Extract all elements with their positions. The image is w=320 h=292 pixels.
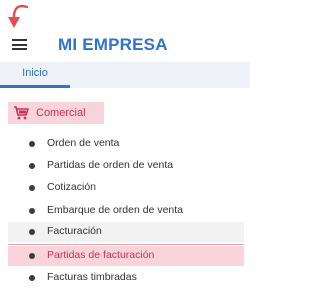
sidebar-item-label: Facturación	[47, 225, 102, 237]
sidebar-item-cotizacion[interactable]: Cotización	[0, 178, 250, 198]
sidebar-item-label: Partidas de facturación	[47, 249, 155, 261]
sidebar-item-orden-de-venta[interactable]: Orden de venta	[0, 134, 250, 154]
tab-inicio[interactable]: Inicio	[0, 62, 70, 88]
sidebar-item-label: Orden de venta	[47, 137, 120, 149]
bullet-icon	[29, 253, 35, 259]
bullet-icon	[29, 229, 35, 235]
sidebar-item-partidas-de-orden-de-venta[interactable]: Partidas de orden de venta	[0, 156, 250, 176]
bullet-icon	[29, 208, 35, 214]
sidebar-item-label: Cotización	[47, 181, 97, 193]
hamburger-menu-icon[interactable]	[12, 39, 27, 50]
bullet-icon	[29, 163, 35, 169]
sidebar-item-label: Embarque de orden de venta	[47, 204, 184, 216]
app-header: MI EMPRESA	[0, 0, 250, 62]
divider	[8, 244, 244, 245]
sidebar-item-partidas-de-facturacion[interactable]: Partidas de facturación	[8, 246, 244, 266]
sidebar-item-label: Partidas de orden de venta	[47, 159, 174, 171]
sidebar-section-comercial[interactable]: Comercial	[8, 102, 104, 124]
sidebar-item-facturacion[interactable]: Facturación	[8, 222, 244, 242]
sidebar-item-label: Facturas timbradas	[47, 271, 137, 283]
brand-title: MI EMPRESA	[58, 35, 168, 54]
sidebar-item-embarque-de-orden-de-venta[interactable]: Embarque de orden de venta	[0, 201, 250, 221]
bullet-icon	[29, 275, 35, 281]
sidebar-section-label: Comercial	[36, 107, 86, 119]
cart-icon	[14, 106, 29, 120]
bullet-icon	[29, 185, 35, 191]
red-arrow-pointer-icon	[8, 4, 29, 28]
tab-bar: Inicio	[0, 62, 250, 88]
bullet-icon	[29, 141, 35, 147]
sidebar-item-facturas-timbradas[interactable]: Facturas timbradas	[0, 268, 250, 288]
